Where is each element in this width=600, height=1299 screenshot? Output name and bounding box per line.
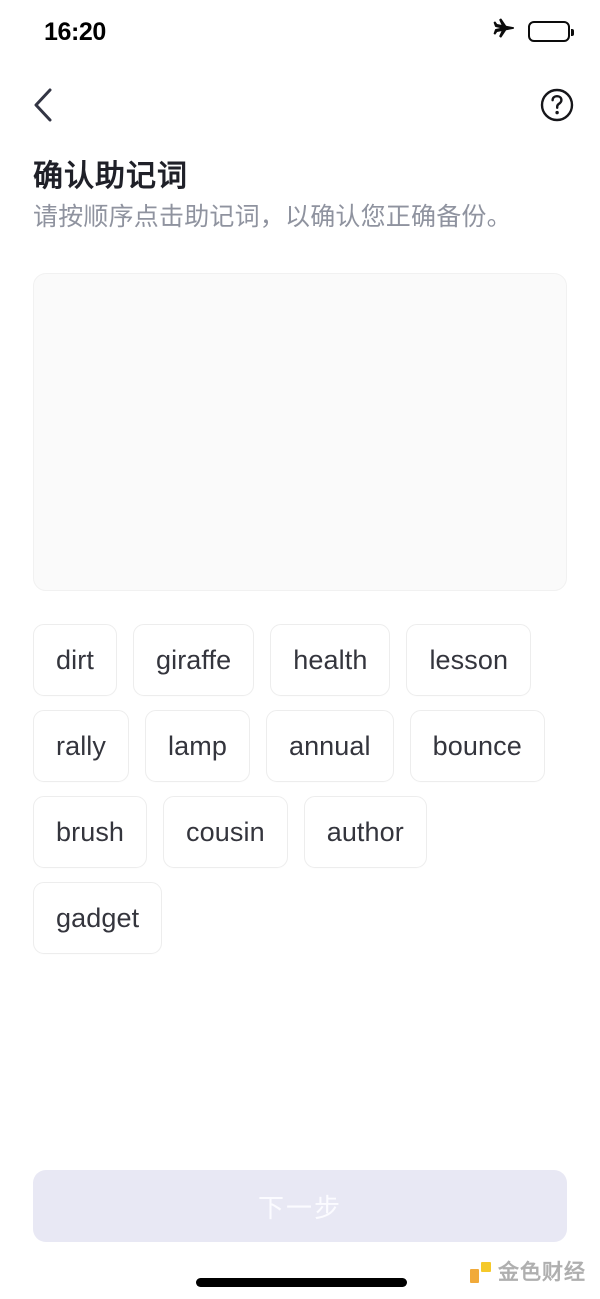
word-chip[interactable]: lamp	[145, 710, 250, 782]
word-chip[interactable]: giraffe	[133, 624, 255, 696]
logo-shape-right	[481, 1262, 491, 1272]
word-chip[interactable]: health	[270, 624, 391, 696]
word-chip[interactable]: author	[303, 796, 427, 868]
word-chip[interactable]: bounce	[409, 710, 545, 782]
page-title: 确认助记词	[33, 160, 188, 193]
word-chip[interactable]: lesson	[406, 624, 532, 696]
word-chip[interactable]: gadget	[33, 882, 163, 954]
watermark-label: 金色财经	[498, 1261, 586, 1284]
word-chip[interactable]: rally	[33, 710, 130, 782]
logo-shape-left	[470, 1269, 479, 1283]
page-subtitle: 请按顺序点击助记词，以确认您正确备份。	[33, 203, 512, 231]
app-screen: 16:20 确认助记词 请按顺序点击助记词，以确认您正确备份。 dirt gir…	[0, 0, 600, 1299]
airplane-mode-icon	[490, 16, 516, 47]
next-step-button[interactable]: 下一步	[33, 1170, 567, 1242]
navigation-bar	[0, 74, 600, 136]
help-button[interactable]	[532, 80, 582, 130]
watermark: 金色财经	[470, 1262, 586, 1283]
word-chip[interactable]: cousin	[163, 796, 288, 868]
home-indicator[interactable]	[196, 1278, 407, 1287]
word-chip[interactable]: annual	[265, 710, 394, 782]
jinse-logo-icon	[470, 1262, 491, 1283]
selected-words-area[interactable]	[33, 273, 567, 591]
word-chip[interactable]: brush	[33, 796, 148, 868]
back-button[interactable]	[18, 80, 68, 130]
word-chip[interactable]: dirt	[33, 624, 117, 696]
battery-icon	[528, 20, 574, 42]
status-indicators	[490, 16, 574, 47]
status-time: 16:20	[44, 18, 106, 46]
word-pool: dirt giraffe health lesson rally lamp annual bo…	[33, 624, 567, 954]
status-bar: 16:20	[0, 0, 600, 62]
